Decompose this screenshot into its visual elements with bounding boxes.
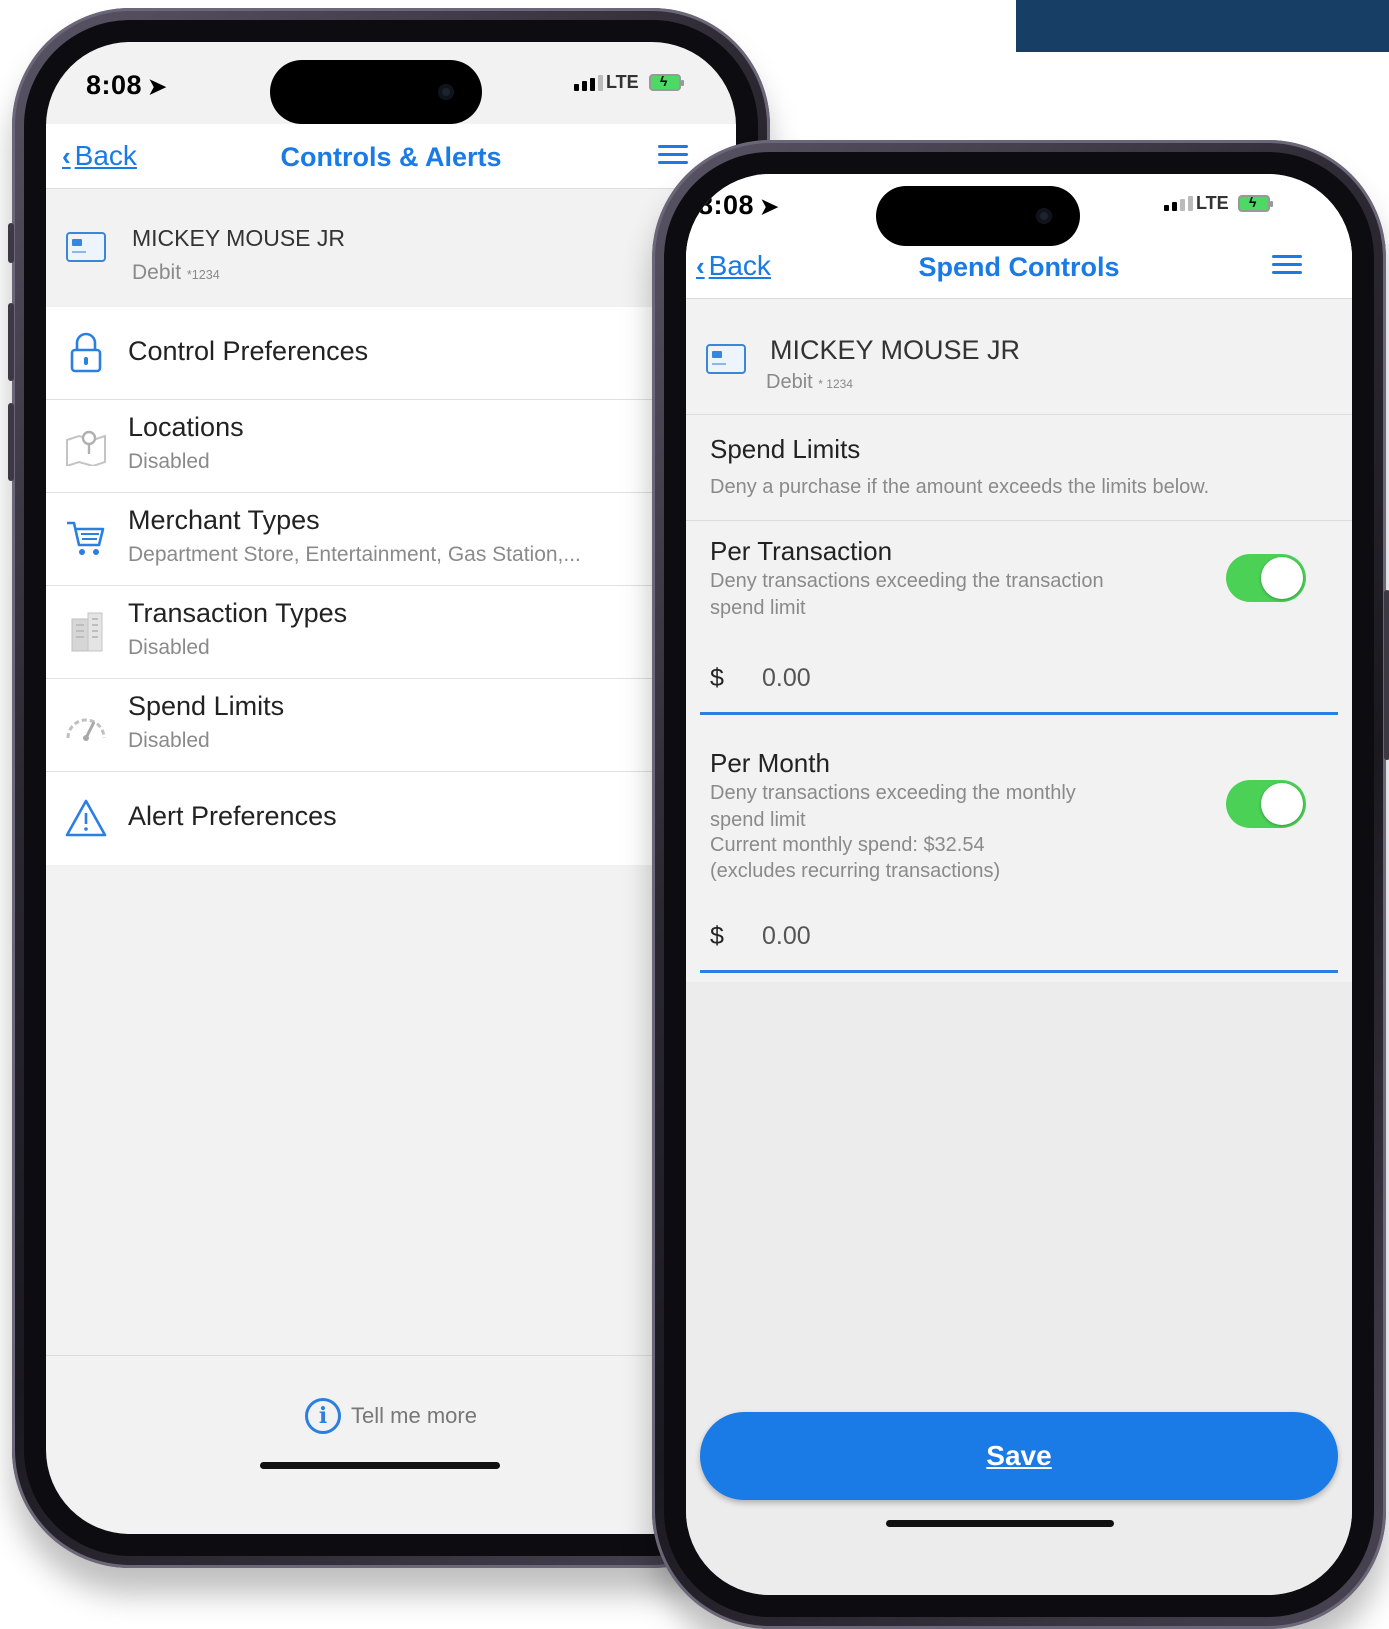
volume-up-button [8, 303, 14, 381]
list-item-alert-preferences[interactable]: Alert Preferences [46, 772, 736, 865]
network-label: LTE [606, 72, 639, 92]
status-time: 8:08 ➤ [86, 70, 167, 100]
list-item-transaction-types[interactable]: Transaction Types Disabled [46, 586, 736, 679]
page-title: Controls & Alerts [280, 142, 502, 172]
volume-down-button [8, 403, 14, 481]
building-icon [64, 610, 108, 654]
empty-area [686, 982, 1352, 1595]
per-month-section: Per Month Deny transactions exceeding th… [686, 720, 1352, 983]
per-transaction-description-line1: Deny transactions exceeding the transact… [710, 570, 1104, 592]
phone-spend-controls: 8:08 ➤ LTE ϟ ‹ Back Spend Controls MICKEY … [652, 140, 1389, 1629]
toggle-knob [1261, 557, 1303, 599]
card-header: MICKEY MOUSE JR Debit * 1234 [686, 299, 1352, 415]
list-item-label: Control Preferences [128, 336, 369, 366]
current-monthly-spend: Current monthly spend: $32.54 [710, 834, 985, 856]
info-icon: i [305, 1398, 342, 1434]
list-item-merchant-types[interactable]: Merchant Types Department Store, Enterta… [46, 493, 736, 586]
list-item-locations[interactable]: Locations Disabled [46, 400, 736, 493]
card-type: Debit * 1234 [766, 371, 853, 393]
status-time: 8:08 ➤ [698, 190, 779, 220]
per-month-toggle[interactable] [1226, 780, 1306, 828]
home-indicator[interactable] [260, 1462, 500, 1469]
per-month-amount-field[interactable]: $ 0.00 [700, 906, 1338, 973]
tell-me-more-label: Tell me more [351, 1403, 477, 1428]
per-transaction-description-line2: spend limit [710, 597, 806, 619]
battery-icon: ϟ [649, 73, 684, 91]
location-arrow-icon: ➤ [760, 194, 779, 219]
list-item-control-preferences[interactable]: Control Preferences [46, 307, 736, 400]
per-transaction-section: Per Transaction Deny transactions exceed… [686, 520, 1352, 720]
page-title: Spend Controls [918, 252, 1120, 282]
per-month-amount: 0.00 [762, 922, 811, 950]
list-item-label: Merchant Types [128, 505, 320, 535]
toggle-knob [1261, 783, 1303, 825]
empty-area [46, 865, 736, 1356]
recurring-note: (excludes recurring transactions) [710, 860, 1001, 882]
card-mask: * 1234 [818, 377, 853, 391]
per-transaction-toggle[interactable] [1226, 554, 1306, 602]
nav-bar: ‹ Back Controls & Alerts [46, 124, 736, 189]
per-transaction-amount: 0.00 [762, 664, 811, 692]
screen: 8:08 ➤ LTE ϟ ‹ Back Spend Controls MICKEY … [686, 174, 1352, 1595]
spend-limits-section: Spend Limits Deny a purchase if the amou… [686, 414, 1352, 521]
list-item-status: Disabled [128, 729, 210, 752]
list-item-status: Department Store, Entertainment, Gas Sta… [128, 543, 581, 566]
home-indicator[interactable] [886, 1520, 1114, 1527]
network-label: LTE [1196, 193, 1229, 213]
card-header: MICKEY MOUSE JR Debit *1234 [46, 189, 736, 307]
card-holder-name: MICKEY MOUSE JR [132, 225, 345, 251]
list-item-label: Locations [128, 412, 244, 442]
battery-icon: ϟ [1238, 194, 1273, 212]
list-item-status: Disabled [128, 450, 210, 473]
currency-symbol: $ [710, 664, 724, 692]
list-item-label: Alert Preferences [128, 801, 337, 831]
card-icon [66, 232, 106, 262]
list-item-status: Disabled [128, 636, 210, 659]
controls-list: Control Preferences Locations Disabled M… [46, 307, 736, 865]
signal-icon [574, 75, 603, 91]
list-item-spend-limits[interactable]: Spend Limits Disabled [46, 679, 736, 772]
card-holder-name: MICKEY MOUSE JR [770, 335, 1021, 365]
hamburger-menu-icon[interactable] [1272, 250, 1302, 279]
hamburger-menu-icon[interactable] [658, 140, 688, 169]
cart-icon [64, 517, 108, 561]
power-button [1384, 590, 1389, 760]
gauge-icon [64, 703, 108, 747]
camera-icon [1036, 208, 1052, 224]
signal-icon [1164, 196, 1193, 211]
lock-icon [64, 331, 108, 375]
dynamic-island [876, 186, 1080, 246]
spend-limits-title: Spend Limits [710, 434, 861, 464]
per-transaction-amount-field[interactable]: $ 0.00 [700, 648, 1338, 715]
list-item-label: Spend Limits [128, 691, 285, 721]
warning-icon [64, 796, 108, 840]
tell-me-more-link[interactable]: i Tell me more [46, 1398, 736, 1434]
save-button[interactable]: Save [700, 1412, 1338, 1500]
map-pin-icon [64, 424, 108, 468]
spend-limits-description: Deny a purchase if the amount exceeds th… [710, 476, 1210, 498]
camera-icon [438, 84, 454, 100]
per-month-title: Per Month [710, 748, 830, 778]
currency-symbol: $ [710, 922, 724, 950]
mute-switch [8, 223, 14, 263]
list-item-label: Transaction Types [128, 598, 348, 628]
corner-banner [1016, 0, 1389, 52]
per-month-description-line1: Deny transactions exceeding the monthly [710, 782, 1076, 804]
dynamic-island [270, 60, 482, 124]
card-icon [706, 344, 746, 374]
location-arrow-icon: ➤ [148, 74, 167, 99]
per-transaction-title: Per Transaction [710, 536, 893, 566]
card-type: Debit *1234 [132, 261, 220, 284]
card-mask: *1234 [186, 268, 220, 282]
per-month-description-line2: spend limit [710, 809, 806, 831]
screen: 8:08 ➤ LTE ϟ ‹ Back Controls & Alerts MICK… [46, 42, 736, 1534]
